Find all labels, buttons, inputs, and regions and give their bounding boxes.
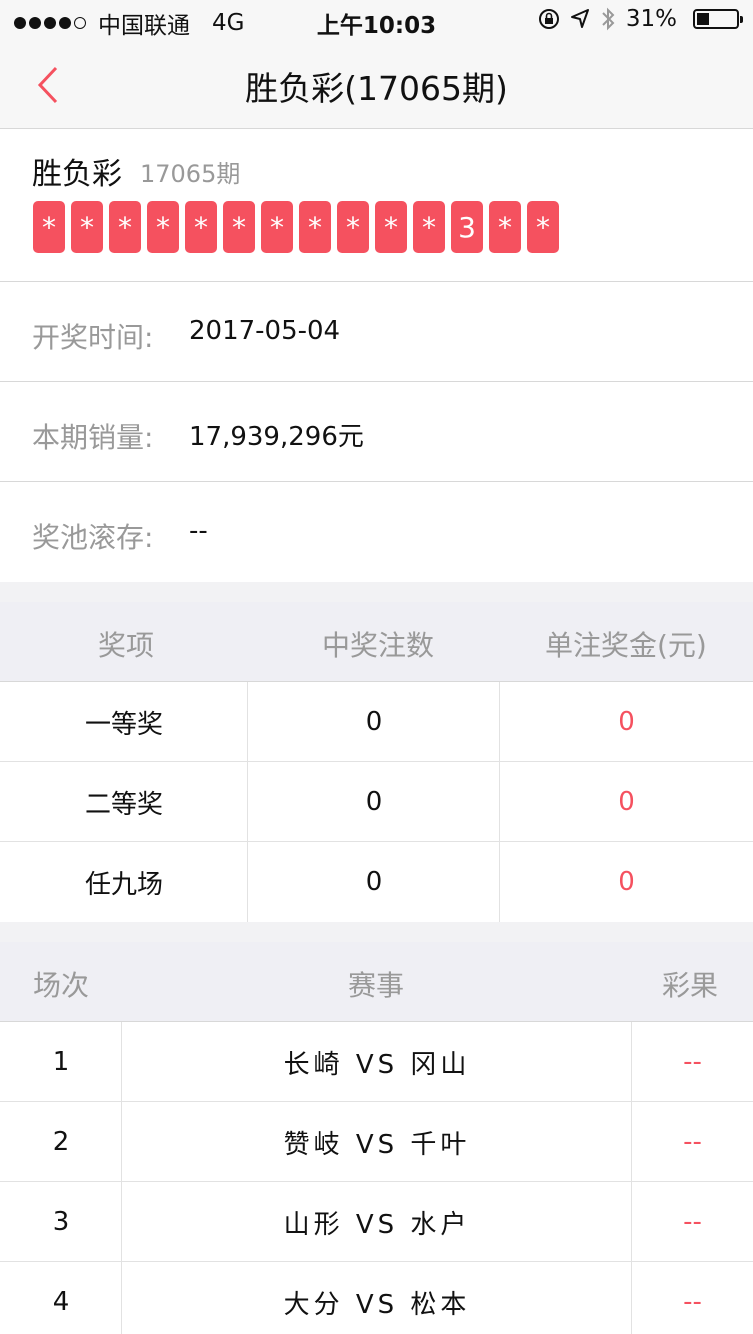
section-divider <box>0 922 753 942</box>
prize-amount: 0 <box>618 787 635 817</box>
result-ball: * <box>223 201 255 253</box>
result-ball: * <box>527 201 559 253</box>
section-divider <box>0 582 753 602</box>
sales-label: 本期销量: <box>32 421 154 454</box>
nav-bar: 胜负彩(17065期) <box>0 40 753 129</box>
result-ball: * <box>375 201 407 253</box>
match-no: 1 <box>52 1047 70 1077</box>
prize-name: 任九场 <box>84 869 163 900</box>
lottery-header: 胜负彩 17065期 * * * * * * * * * * * 3 * * <box>0 129 753 282</box>
prize-count: 0 <box>365 787 383 817</box>
match-result: -- <box>683 1287 702 1317</box>
location-icon <box>570 9 589 28</box>
prize-amount: 0 <box>618 707 635 737</box>
result-ball: * <box>489 201 521 253</box>
draw-time-row: 开奖时间: 2017-05-04 <box>0 282 753 382</box>
table-row: 任九场 0 0 <box>0 842 753 922</box>
result-ball: * <box>337 201 369 253</box>
match-result: -- <box>683 1207 702 1237</box>
table-row: 1 长崎 VS 冈山 -- <box>0 1022 753 1102</box>
draw-time-value: 2017-05-04 <box>189 316 341 346</box>
page-title: 胜负彩(17065期) <box>245 69 508 108</box>
match-no: 4 <box>52 1287 70 1317</box>
result-ball: * <box>33 201 65 253</box>
lottery-issue: 17065期 <box>140 160 241 188</box>
match-no: 3 <box>52 1207 70 1237</box>
status-bar: 中国联通 4G 上午10:03 31% <box>0 0 753 40</box>
result-ball: * <box>109 201 141 253</box>
prize-count: 0 <box>365 867 383 897</box>
result-ball: * <box>185 201 217 253</box>
orientation-lock-icon <box>538 9 559 29</box>
table-row: 一等奖 0 0 <box>0 682 753 762</box>
match-header-match: 赛事 <box>348 969 405 1002</box>
prize-header-count: 中奖注数 <box>322 629 435 662</box>
pool-label: 奖池滚存: <box>32 521 154 554</box>
table-row: 4 大分 VS 松本 -- <box>0 1262 753 1334</box>
prize-amount: 0 <box>618 867 635 897</box>
lottery-name: 胜负彩 <box>32 157 122 192</box>
prize-name: 一等奖 <box>84 709 163 740</box>
pool-row: 奖池滚存: -- <box>0 482 753 582</box>
battery-icon <box>693 9 743 29</box>
prize-table-header: 奖项 中奖注数 单注奖金(元) <box>0 602 753 682</box>
table-row: 二等奖 0 0 <box>0 762 753 842</box>
sales-value: 17,939,296元 <box>189 422 364 452</box>
bluetooth-icon <box>602 7 615 31</box>
match-name: 赞岐 VS 千叶 <box>283 1129 471 1160</box>
battery-percent: 31% <box>625 6 677 32</box>
result-balls: * * * * * * * * * * * 3 * * <box>33 201 559 253</box>
match-name: 山形 VS 水户 <box>283 1209 471 1240</box>
sales-row: 本期销量: 17,939,296元 <box>0 382 753 482</box>
match-header-result: 彩果 <box>662 969 719 1002</box>
table-row: 2 赞岐 VS 千叶 -- <box>0 1102 753 1182</box>
match-header-no: 场次 <box>33 969 90 1002</box>
pool-value: -- <box>189 516 208 546</box>
result-ball: * <box>71 201 103 253</box>
result-ball: * <box>413 201 445 253</box>
match-result: -- <box>683 1047 702 1077</box>
prize-header-amount: 单注奖金(元) <box>545 629 707 662</box>
prize-header-item: 奖项 <box>98 629 155 662</box>
result-ball: * <box>299 201 331 253</box>
draw-time-label: 开奖时间: <box>32 321 154 354</box>
match-name: 大分 VS 松本 <box>283 1289 471 1320</box>
match-name: 长崎 VS 冈山 <box>283 1049 471 1080</box>
result-ball: 3 <box>451 201 483 253</box>
match-result: -- <box>683 1127 702 1157</box>
result-ball: * <box>147 201 179 253</box>
match-table-header: 场次 赛事 彩果 <box>0 942 753 1022</box>
result-ball: * <box>261 201 293 253</box>
prize-count: 0 <box>365 707 383 737</box>
prize-name: 二等奖 <box>84 789 163 820</box>
table-row: 3 山形 VS 水户 -- <box>0 1182 753 1262</box>
match-no: 2 <box>52 1127 70 1157</box>
